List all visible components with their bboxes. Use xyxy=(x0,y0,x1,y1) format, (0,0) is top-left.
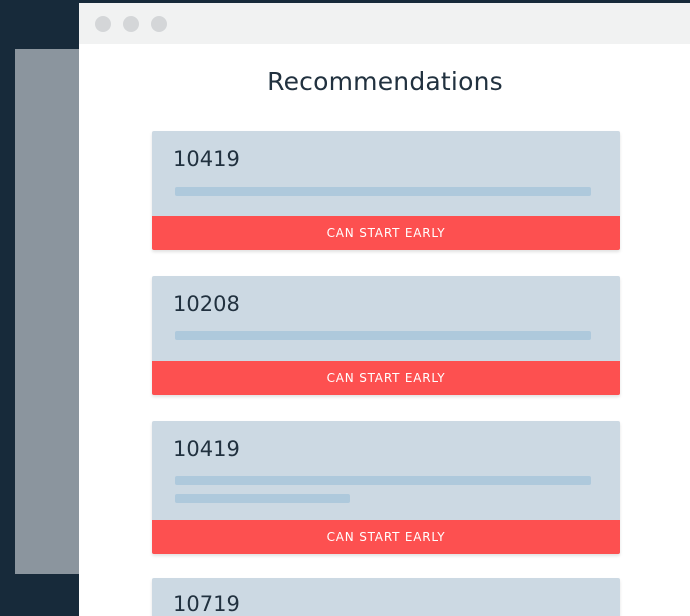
window-close-dot[interactable] xyxy=(95,16,111,32)
recommendation-card[interactable]: 10419 CAN START EARLY xyxy=(152,421,620,554)
placeholder-bar xyxy=(175,187,591,196)
card-number: 10719 xyxy=(173,592,240,616)
window-maximize-dot[interactable] xyxy=(151,16,167,32)
status-badge: CAN START EARLY xyxy=(152,520,620,554)
status-badge: CAN START EARLY xyxy=(152,361,620,395)
recommendation-card[interactable]: 10719 xyxy=(152,578,620,616)
window-minimize-dot[interactable] xyxy=(123,16,139,32)
app-window: Recommendations 10419 CAN START EARLY 10… xyxy=(79,3,690,616)
placeholder-bar xyxy=(175,494,350,503)
card-number: 10419 xyxy=(173,437,240,461)
status-badge: CAN START EARLY xyxy=(152,216,620,250)
recommendation-card[interactable]: 10419 CAN START EARLY xyxy=(152,131,620,250)
card-number: 10419 xyxy=(173,147,240,171)
placeholder-bar xyxy=(175,331,591,340)
card-number: 10208 xyxy=(173,292,240,316)
placeholder-bar xyxy=(175,476,591,485)
page-title: Recommendations xyxy=(267,67,503,96)
window-titlebar xyxy=(79,3,690,44)
recommendation-card[interactable]: 10208 CAN START EARLY xyxy=(152,276,620,395)
